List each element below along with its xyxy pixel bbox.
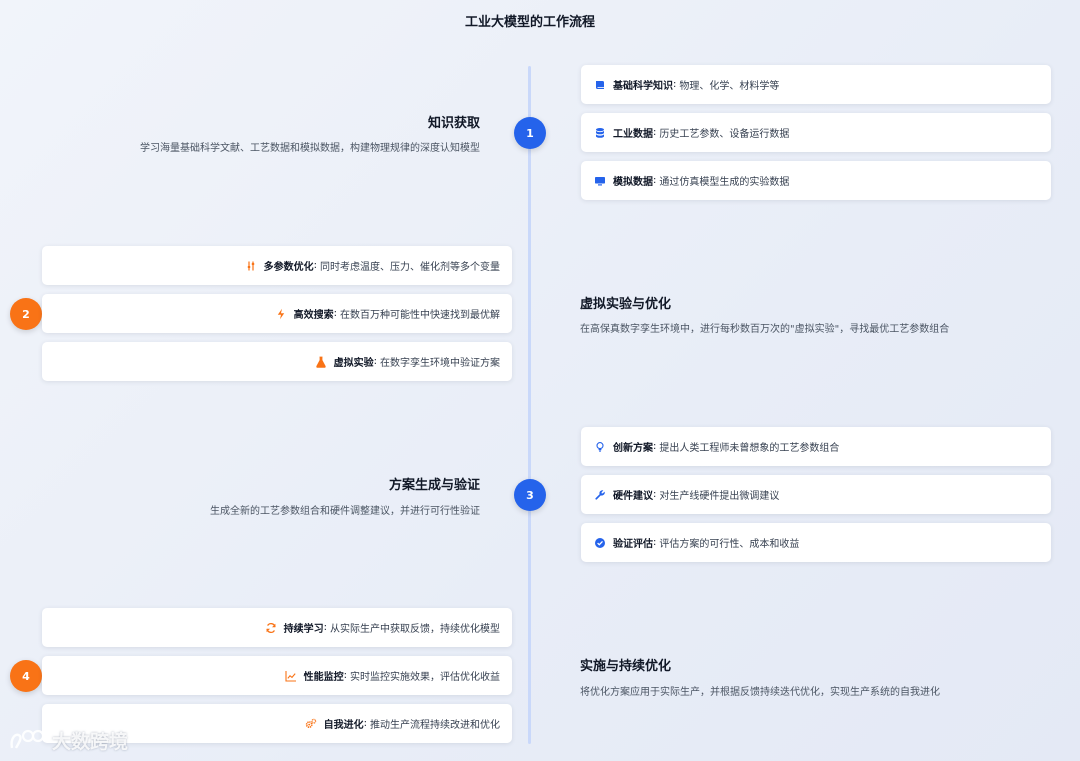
cogs-icon [304, 717, 318, 731]
item-label: 基础科学知识 [613, 81, 673, 92]
item-label: 创新方案 [613, 443, 653, 454]
separator: : [363, 718, 367, 729]
separator: : [653, 489, 657, 500]
separator: : [653, 175, 657, 186]
separator: : [333, 308, 337, 319]
separator: : [653, 537, 657, 548]
bolt-icon [274, 307, 288, 321]
item-label: 验证评估 [613, 539, 653, 550]
step-4-badge: 4 [10, 660, 42, 692]
separator: : [673, 79, 677, 90]
item-label: 虚拟实验 [333, 358, 374, 369]
stage-2-title: 虚拟实验与优化 [580, 297, 672, 312]
stage-1-title: 知识获取 [427, 116, 480, 131]
item-text: 物理、化学、材料学等 [679, 81, 780, 92]
separator: : [343, 670, 347, 681]
item-label: 工业数据 [613, 129, 653, 140]
stage-2-item-2: 高效搜索: 在数百万种可能性中快速找到最优解 [42, 294, 512, 333]
timeline-line [528, 66, 531, 744]
item-text: 实时监控实施效果，评估优化收益 [350, 672, 500, 683]
stage-2-item-3: 虚拟实验: 在数字孪生环境中验证方案 [42, 342, 512, 381]
database-icon [593, 126, 607, 140]
stage-3-description: 生成全新的工艺参数组合和硬件调整建议，并进行可行性验证 [210, 506, 480, 517]
item-label: 多参数优化 [263, 262, 314, 273]
separator: : [373, 356, 377, 367]
item-text: 对生产线硬件提出微调建议 [659, 491, 780, 502]
lightbulb-icon [593, 440, 607, 454]
separator: : [323, 622, 327, 633]
item-label: 硬件建议 [613, 491, 653, 502]
stage-4-description: 将优化方案应用于实际生产，并根据反馈持续迭代优化，实现生产系统的自我进化 [580, 687, 940, 698]
item-text: 推动生产流程持续改进和优化 [370, 720, 500, 731]
stage-2-item-1: 多参数优化: 同时考虑温度、压力、催化剂等多个变量 [42, 246, 512, 285]
book-icon [593, 78, 607, 92]
separator: : [653, 441, 657, 452]
chart-line-icon [284, 669, 298, 683]
item-text: 提出人类工程师未曾想象的工艺参数组合 [659, 443, 840, 454]
stage-1-item-2: 工业数据: 历史工艺参数、设备运行数据 [581, 113, 1051, 152]
watermark: 大数跨境 [8, 727, 128, 754]
stage-4-item-1: 持续学习: 从实际生产中获取反馈，持续优化模型 [42, 608, 512, 647]
monitor-icon [593, 174, 607, 188]
item-label: 自我进化 [323, 720, 364, 731]
stage-2-description: 在高保真数字孪生环境中，进行每秒数百万次的"虚拟实验"，寻找最优工艺参数组合 [580, 324, 950, 335]
stage-1-item-3: 模拟数据: 通过仿真模型生成的实验数据 [581, 161, 1051, 200]
check-circle-icon [593, 536, 607, 550]
stage-4-item-2: 性能监控: 实时监控实施效果，评估优化收益 [42, 656, 512, 695]
stage-3-item-2: 硬件建议: 对生产线硬件提出微调建议 [581, 475, 1051, 514]
item-text: 在数百万种可能性中快速找到最优解 [340, 310, 500, 321]
watermark-logo-icon [10, 729, 45, 749]
item-text: 评估方案的可行性、成本和收益 [659, 539, 800, 550]
item-text: 从实际生产中获取反馈，持续优化模型 [330, 624, 500, 635]
item-label: 模拟数据 [613, 177, 653, 188]
separator: : [653, 127, 657, 138]
item-label: 高效搜索 [293, 310, 334, 321]
step-2-badge: 2 [10, 298, 42, 330]
wrench-icon [593, 488, 607, 502]
separator: : [313, 260, 317, 271]
stage-3-item-3: 验证评估: 评估方案的可行性、成本和收益 [581, 523, 1051, 562]
item-text: 历史工艺参数、设备运行数据 [659, 129, 790, 140]
sliders-icon [244, 259, 258, 273]
item-text: 通过仿真模型生成的实验数据 [659, 177, 790, 188]
page-title: 工业大模型的工作流程 [464, 15, 595, 30]
item-text: 同时考虑温度、压力、催化剂等多个变量 [320, 262, 500, 273]
item-label: 持续学习 [283, 624, 324, 635]
watermark-text: 大数跨境 [52, 731, 129, 753]
stage-3-title: 方案生成与验证 [388, 478, 480, 493]
stage-1-item-1: 基础科学知识: 物理、化学、材料学等 [581, 65, 1051, 104]
step-1-badge: 1 [514, 117, 546, 149]
item-label: 性能监控 [303, 672, 344, 683]
stage-4-title: 实施与持续优化 [580, 659, 672, 674]
item-text: 在数字孪生环境中验证方案 [380, 358, 500, 369]
stage-1-description: 学习海量基础科学文献、工艺数据和模拟数据，构建物理规律的深度认知模型 [140, 143, 480, 154]
sync-icon [264, 621, 278, 635]
step-3-badge: 3 [514, 479, 546, 511]
flask-icon [314, 355, 328, 369]
stage-3-item-1: 创新方案: 提出人类工程师未曾想象的工艺参数组合 [581, 427, 1051, 466]
